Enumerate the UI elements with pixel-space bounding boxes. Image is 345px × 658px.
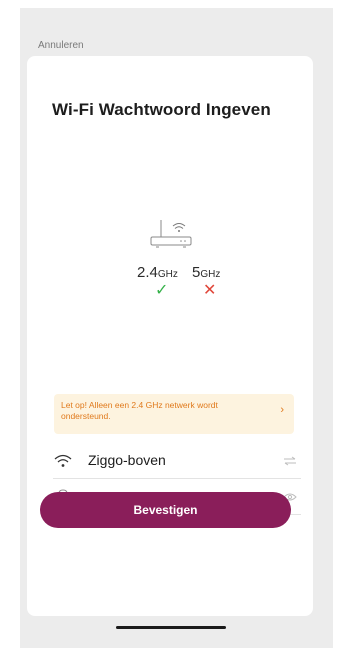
- home-indicator[interactable]: [116, 626, 226, 629]
- wifi-icon: [54, 454, 72, 467]
- warning-text: Let op! Alleen een 2.4 GHz netwerk wordt…: [61, 400, 218, 421]
- wifi-icon: [172, 223, 186, 232]
- ssid-row: Ziggo-boven: [53, 444, 301, 479]
- band-5ghz-label: 5GHz: [192, 264, 221, 281]
- page-title: Wi-Fi Wachtwoord Ingeven: [52, 100, 271, 119]
- checkmark-icon: ✓: [155, 282, 169, 299]
- band-2-4ghz-label: 2.4GHz: [137, 264, 178, 281]
- swap-icon[interactable]: [283, 456, 297, 466]
- cancel-button[interactable]: Annuleren: [38, 40, 84, 51]
- router-icon: [150, 220, 192, 248]
- confirm-button[interactable]: Bevestigen: [40, 492, 291, 528]
- ssid-value: Ziggo-boven: [88, 452, 166, 468]
- wifi-card: Wi-Fi Wachtwoord Ingeven 2.4GHz 5GHz ✓ ✕…: [27, 56, 313, 616]
- cross-icon: ✕: [203, 282, 217, 299]
- warning-banner[interactable]: Let op! Alleen een 2.4 GHz netwerk wordt…: [54, 394, 294, 434]
- chevron-right-icon: ›: [280, 404, 284, 416]
